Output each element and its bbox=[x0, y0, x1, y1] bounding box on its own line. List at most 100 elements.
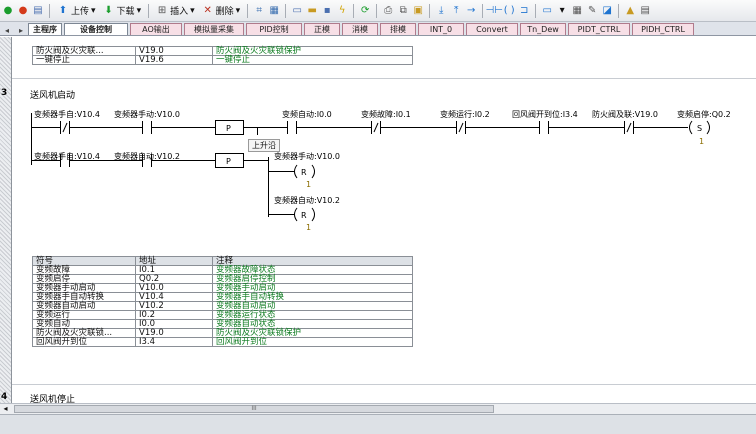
contact-label[interactable]: 变频运行:I0.2 bbox=[440, 109, 490, 120]
scrollbar-thumb[interactable]: III bbox=[14, 405, 494, 413]
compile-icon[interactable]: ▤ bbox=[32, 5, 44, 17]
insert-icon: ⊞ bbox=[157, 4, 167, 16]
ladder-editor[interactable]: 防火阀及火灾联... V19.0 防火阀及火灾联锁保护 一键停止 V19.6 一… bbox=[12, 37, 756, 403]
save-icon[interactable]: ▪ bbox=[321, 5, 333, 17]
tab-pid-control[interactable]: PID控制 bbox=[246, 23, 302, 35]
tab-main-program[interactable]: 主程序 bbox=[28, 23, 62, 35]
copy-icon[interactable]: ⧉ bbox=[397, 5, 409, 17]
contact-label[interactable]: 变频器手动:V10.0 bbox=[114, 109, 180, 120]
address-cell: I3.4 bbox=[135, 337, 213, 347]
contact-label[interactable]: 变频自动:I0.0 bbox=[282, 109, 332, 120]
status-bar bbox=[0, 414, 756, 434]
contact-label[interactable]: 变频器手自:V10.4 bbox=[34, 109, 100, 120]
upload-button[interactable]: ⬆ 上传 ▾ bbox=[55, 4, 98, 18]
network-title[interactable]: 送风机停止 bbox=[30, 392, 75, 403]
tab-int-0[interactable]: INT_0 bbox=[418, 23, 464, 35]
tab-convert[interactable]: Convert bbox=[466, 23, 518, 35]
upload-arrow-icon: ⬆ bbox=[58, 4, 68, 16]
ladder-diagram: P P S R R bbox=[31, 113, 710, 222]
network-gutter[interactable]: 3 4 bbox=[0, 37, 12, 403]
contact-label[interactable]: 变频故障:I0.1 bbox=[361, 109, 411, 120]
grid-icon[interactable]: ▦ bbox=[571, 5, 583, 17]
symbol-table: 符号 地址 注释 变频故障 I0.1 变频器故障状态 变频启停 Q0.2 变频器启停控制… bbox=[32, 256, 413, 347]
tab-scroll-left-icon[interactable]: ◂ bbox=[0, 26, 14, 35]
coil-type[interactable]: S bbox=[697, 124, 702, 133]
comment-icon[interactable]: ▭ bbox=[541, 5, 553, 17]
tab-cancel-mode[interactable]: 消模 bbox=[342, 23, 378, 35]
pulse-box-label[interactable]: P bbox=[226, 157, 231, 166]
toolbar-separator bbox=[618, 3, 620, 18]
toolbar-separator bbox=[535, 3, 537, 18]
coil-label[interactable]: 变频启停:Q0.2 bbox=[677, 109, 731, 120]
insert-button[interactable]: ⊞ 插入 ▾ bbox=[154, 4, 197, 18]
upload-label: 上传 bbox=[71, 7, 90, 17]
insert-line-right-icon[interactable]: → bbox=[465, 5, 477, 17]
tag-icon[interactable]: ▲ bbox=[624, 5, 636, 17]
network-number: 4 bbox=[1, 392, 8, 402]
program-status-icon[interactable]: ⌗ bbox=[253, 5, 265, 17]
pulse-box-label[interactable]: P bbox=[226, 124, 231, 133]
tab-tn-dew[interactable]: Tn_Dew bbox=[520, 23, 566, 35]
toolbar-separator bbox=[376, 3, 378, 18]
print-icon[interactable]: ⎙ bbox=[382, 5, 394, 17]
toolbar-separator bbox=[429, 3, 431, 18]
tab-ao-output[interactable]: AO输出 bbox=[130, 23, 182, 35]
box-icon[interactable]: ⊐ bbox=[518, 5, 530, 17]
stop-icon[interactable]: ● bbox=[17, 5, 29, 17]
coil-left bbox=[689, 120, 693, 135]
edit-icon[interactable]: ✎ bbox=[586, 5, 598, 17]
coil-value: 1 bbox=[306, 223, 312, 232]
refresh-icon[interactable]: ⟳ bbox=[359, 5, 371, 17]
chart-icon[interactable]: ◪ bbox=[601, 5, 613, 17]
chevron-down-icon[interactable]: ▾ bbox=[556, 5, 568, 17]
table-row: 回风阀开到位 I3.4 回风阀开到位 bbox=[32, 337, 413, 347]
chevron-down-icon[interactable]: ▾ bbox=[91, 6, 96, 16]
lightning-icon[interactable]: ϟ bbox=[336, 5, 348, 17]
open-icon[interactable]: ▬ bbox=[306, 5, 318, 17]
delete-icon: ✕ bbox=[203, 4, 212, 16]
tab-pidt-ctrl[interactable]: PIDT_CTRL bbox=[568, 23, 630, 35]
coil-type[interactable]: R bbox=[301, 211, 307, 220]
coil-label[interactable]: 变频器自动:V10.2 bbox=[274, 195, 340, 206]
tab-analog-acquisition[interactable]: 模拟量采集 bbox=[184, 23, 244, 35]
window-icon[interactable]: ▭ bbox=[291, 5, 303, 17]
insert-branch-icon[interactable]: ⤓ bbox=[435, 5, 447, 17]
coil-right bbox=[706, 120, 710, 135]
scroll-left-icon[interactable]: ◂ bbox=[0, 404, 11, 414]
coil-label[interactable]: 变频器手动:V10.0 bbox=[274, 151, 340, 162]
network-number: 3 bbox=[1, 88, 8, 98]
toolbar-separator bbox=[148, 3, 150, 18]
toolbar-separator bbox=[482, 3, 484, 18]
download-button[interactable]: ⬇ 下载 ▾ bbox=[101, 4, 144, 18]
contact-icon[interactable]: ⊣⊢ bbox=[485, 5, 502, 17]
coil-type[interactable]: R bbox=[301, 168, 307, 177]
trend-icon[interactable]: ▦ bbox=[268, 5, 280, 17]
delete-label: 删除 bbox=[215, 7, 234, 17]
toolbar-separator bbox=[353, 3, 355, 18]
contact-label[interactable]: 回风阀开到位:I3.4 bbox=[512, 109, 578, 120]
run-icon[interactable]: ● bbox=[2, 5, 14, 17]
contact-label[interactable]: 变频器自动:V10.2 bbox=[114, 151, 180, 162]
tab-pidh-ctrl[interactable]: PIDH_CTRL bbox=[632, 23, 694, 35]
paste-icon[interactable]: ▣ bbox=[412, 5, 424, 17]
tab-exhaust-mode[interactable]: 排模 bbox=[380, 23, 416, 35]
delete-button[interactable]: ✕ 删除 ▾ bbox=[200, 4, 243, 18]
coil-value: 1 bbox=[306, 180, 312, 189]
download-label: 下载 bbox=[116, 7, 135, 17]
chevron-down-icon[interactable]: ▾ bbox=[137, 6, 142, 16]
chevron-down-icon[interactable]: ▾ bbox=[236, 6, 241, 16]
insert-label: 插入 bbox=[170, 7, 189, 17]
tab-forward-mode[interactable]: 正模 bbox=[304, 23, 340, 35]
contact-label[interactable]: 防火阀及联:V19.0 bbox=[592, 109, 658, 120]
network-divider bbox=[12, 384, 756, 385]
toolbar-separator bbox=[247, 3, 249, 18]
symbol-cell: 回风阀开到位 bbox=[32, 337, 136, 347]
doc-icon[interactable]: ▤ bbox=[639, 5, 651, 17]
tab-device-control[interactable]: 设备控制 bbox=[64, 23, 128, 35]
coil-icon[interactable]: ( ) bbox=[503, 5, 515, 17]
chevron-down-icon[interactable]: ▾ bbox=[190, 6, 195, 16]
tab-scroll-right-icon[interactable]: ▸ bbox=[14, 26, 28, 35]
comment-cell: 回风阀开到位 bbox=[212, 337, 413, 347]
insert-line-up-icon[interactable]: ⤒ bbox=[450, 5, 462, 17]
contact-label[interactable]: 变频器手自:V10.4 bbox=[34, 151, 100, 162]
